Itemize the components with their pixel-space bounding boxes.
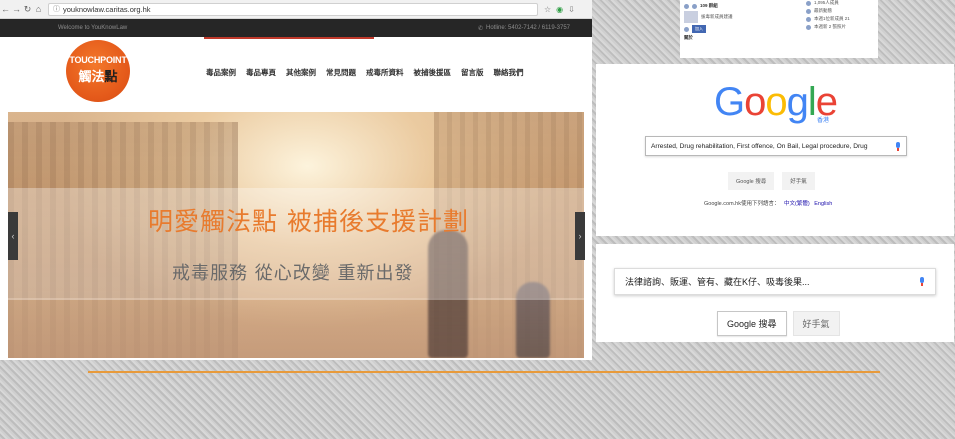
forward-icon[interactable]: → [11,4,22,14]
language-link-en[interactable]: English [814,201,832,207]
welcome-text: Welcome to YouKnowLaw [58,25,128,31]
browser-window: ← → ↻ ⌂ ⓘ youknowlaw.caritas.org.hk ☆ ◉ … [0,0,592,360]
star-icon[interactable]: ☆ [544,5,551,14]
hero-subtitle: 戒毒服務 從心改變 重新出發 [172,263,414,284]
nav-message-board[interactable]: 留言版 [461,67,484,78]
fb-members: 1,095人成員 [814,0,839,5]
google-region-label: 香港 [817,118,830,124]
info-icon: ⓘ [53,6,60,13]
logo-zh-left: 觸法 [78,69,105,84]
microphone-icon[interactable] [895,141,901,151]
fb-suggestion: 拔毒新成員建議 [701,14,733,19]
main-nav: 毒品案例 毒品專頁 其他案例 常見問題 戒毒所資料 被捕後援區 留言版 聯絡我們 [206,67,524,78]
fb-row: 本週1位新成員 21 [806,16,878,22]
fb-join-button[interactable]: 加入 [692,25,706,33]
search-query: 法律諮詢、販運、管有、藏在K仔、吸毒後果... [625,277,810,287]
site-topbar: Welcome to YouKnowLaw ✆ Hotline: 5402-71… [0,19,592,39]
fb-left-column: 109 群組 拔毒新成員建議 加入 關於 [684,3,776,43]
language-prefix: Google.com.hk使用下列語言： [704,201,780,207]
feeling-lucky-button[interactable]: 好手氣 [782,172,815,190]
nav-drug-cases[interactable]: 毒品案例 [206,67,236,78]
download-icon[interactable]: ⇩ [568,5,575,14]
facebook-group-crop: 109 群組 拔毒新成員建議 加入 關於 1,095人成員 最新動態 本週1位新… [680,0,878,58]
group-icon [684,3,689,9]
google-search-panel-2: 法律諮詢、販運、管有、藏在K仔、吸毒後果... Google 搜尋 好手氣 [596,244,954,342]
fb-row: 本週新 2 張照片 [806,24,878,30]
nav-drug-page[interactable]: 毒品專頁 [246,67,276,78]
fb-row: 拔毒新成員建議 [684,11,776,23]
member-icon [692,3,697,9]
nav-other-cases[interactable]: 其他案例 [286,67,316,78]
language-link-zh[interactable]: 中文(繁體) [784,201,810,207]
search-buttons: Google 搜尋 好手氣 [717,311,840,336]
fb-group-count: 109 群組 [700,3,718,8]
chevron-right-icon: › [578,231,582,241]
chevron-left-icon: ‹ [11,231,15,241]
feeling-lucky-button[interactable]: 好手氣 [792,311,840,336]
google-search-button[interactable]: Google 搜尋 [728,172,775,190]
google-search-button[interactable]: Google 搜尋 [717,311,787,336]
fb-row: 最新動態 [806,8,878,14]
logo-zh-right: 點 [104,69,118,84]
fb-row: 加入 [684,25,776,33]
logo-letter: l [807,80,817,124]
fb-about-label: 關於 [684,35,693,40]
search-query: Arrested, Drug rehabilitation, First off… [651,142,868,150]
logo-letter: g [786,80,809,124]
fb-right-column: 1,095人成員 最新動態 本週1位新成員 21 本週新 2 張照片 [806,0,878,32]
fb-feed: 最新動態 [814,8,832,13]
hotline: ✆ Hotline: 5402-7142 / 6119-3757 [478,25,570,32]
nav-contact[interactable]: 聯絡我們 [494,67,524,78]
logo-letter: G [714,80,745,124]
hotline-text: Hotline: 5402-7142 / 6119-3757 [486,25,570,31]
microphone-icon[interactable] [919,277,925,286]
members-icon [806,0,811,6]
search-input[interactable]: 法律諮詢、販運、管有、藏在K仔、吸毒後果... [614,268,936,295]
url-text: youknowlaw.caritas.org.hk [63,4,151,14]
hero-road [8,298,584,358]
back-icon[interactable]: ← [0,4,11,14]
photo-icon [806,24,811,30]
divider-line [88,371,880,373]
fb-row: 1,095人成員 [806,0,878,6]
home-icon[interactable]: ⌂ [33,4,44,14]
url-input[interactable]: ⓘ youknowlaw.caritas.org.hk [48,2,538,16]
fb-photos: 本週新 2 張照片 [814,24,847,29]
hero-banner: 明愛觸法點 被捕後支援計劃 戒毒服務 從心改變 重新出發 [8,112,584,358]
nav-faq[interactable]: 常見問題 [326,67,356,78]
fb-row: 關於 [684,35,776,41]
slider-prev-button[interactable]: ‹ [8,212,18,260]
nav-rehab-info[interactable]: 戒毒所資料 [366,67,404,78]
toolbar-icons: ☆ ◉ ⇩ [544,5,575,14]
search-input[interactable]: Arrested, Drug rehabilitation, First off… [645,136,907,156]
fb-row: 109 群組 [684,3,776,9]
reload-icon[interactable]: ↻ [22,4,33,15]
google-search-panel-1: Google 香港 Arrested, Drug rehabilitation,… [596,64,954,236]
logo-en-right: POINT [100,55,127,65]
address-bar: ← → ↻ ⌂ ⓘ youknowlaw.caritas.org.hk ☆ ◉ … [0,0,592,19]
touchpoint-logo[interactable]: TOUCHPOINT 觸法點 [66,40,130,102]
logo-en-left: TOUCH [69,55,101,65]
phone-icon: ✆ [478,25,484,32]
fb-new-members: 本週1位新成員 21 [814,16,850,21]
site-header: TOUCHPOINT 觸法點 毒品案例 毒品專頁 其他案例 常見問題 戒毒所資料… [0,37,592,111]
slider-next-button[interactable]: › [575,212,585,260]
new-member-icon [806,16,811,22]
avatar [684,11,698,23]
search-buttons: Google 搜尋 好手氣 [728,172,815,190]
hero-title: 明愛觸法點 被捕後支援計劃 [148,207,469,236]
feed-icon [806,8,811,14]
language-offer: Google.com.hk使用下列語言： 中文(繁體) English [704,199,832,207]
logo-letter: o [744,80,766,124]
nav-arrest-support[interactable]: 被捕後援區 [414,67,452,78]
logo-letter: o [765,80,787,124]
extension-icon[interactable]: ◉ [556,5,563,14]
group-icon [684,26,689,32]
